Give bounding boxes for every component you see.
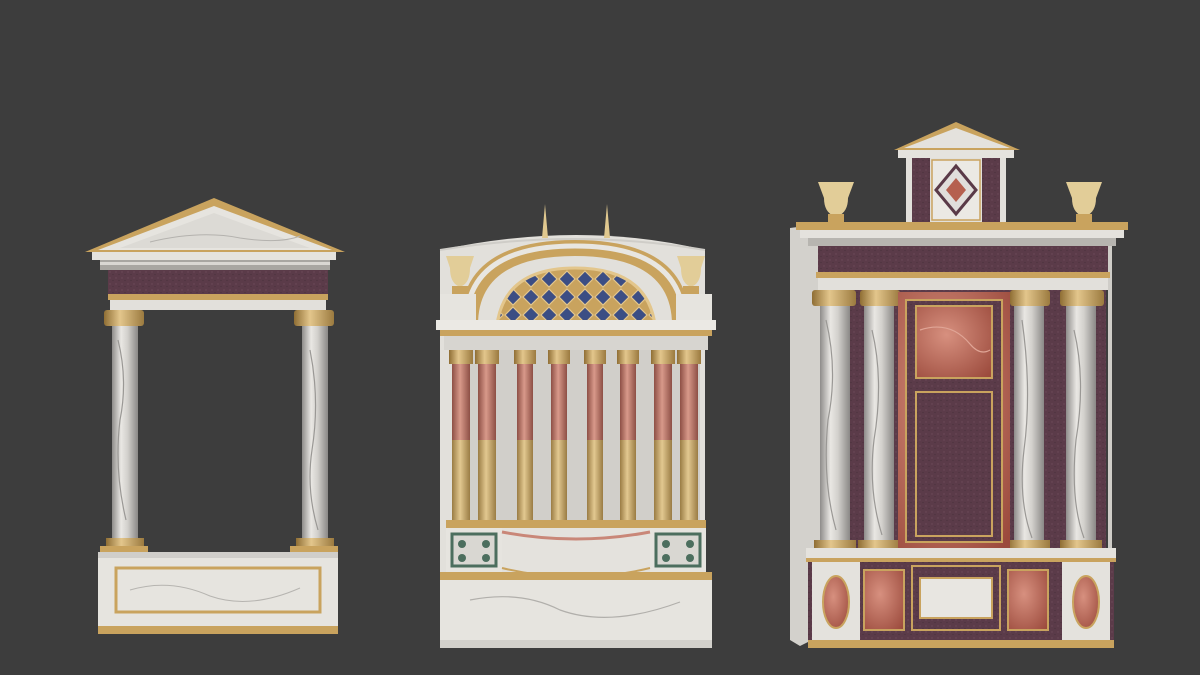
column-4	[1066, 306, 1096, 542]
urn-left	[818, 182, 854, 222]
column-left	[112, 326, 138, 538]
pedestal	[98, 552, 338, 634]
entablature	[436, 320, 716, 330]
domed-colonnade-niche[interactable]	[436, 204, 716, 648]
cornice	[796, 222, 1128, 230]
capital-left	[104, 310, 144, 326]
scene	[85, 122, 1128, 648]
finial-right	[604, 204, 610, 238]
base-block	[440, 580, 712, 640]
3d-viewport[interactable]	[0, 0, 1200, 675]
column-right	[302, 326, 328, 538]
urn-right	[1066, 182, 1102, 222]
column-2	[864, 306, 894, 542]
column-3	[1014, 306, 1044, 542]
porphyry-altarpiece[interactable]	[790, 122, 1128, 648]
column-1	[820, 306, 850, 542]
frieze	[108, 270, 328, 294]
finial-left	[542, 204, 548, 238]
capital-right	[294, 310, 334, 326]
tempietto-aedicule[interactable]	[85, 198, 345, 634]
